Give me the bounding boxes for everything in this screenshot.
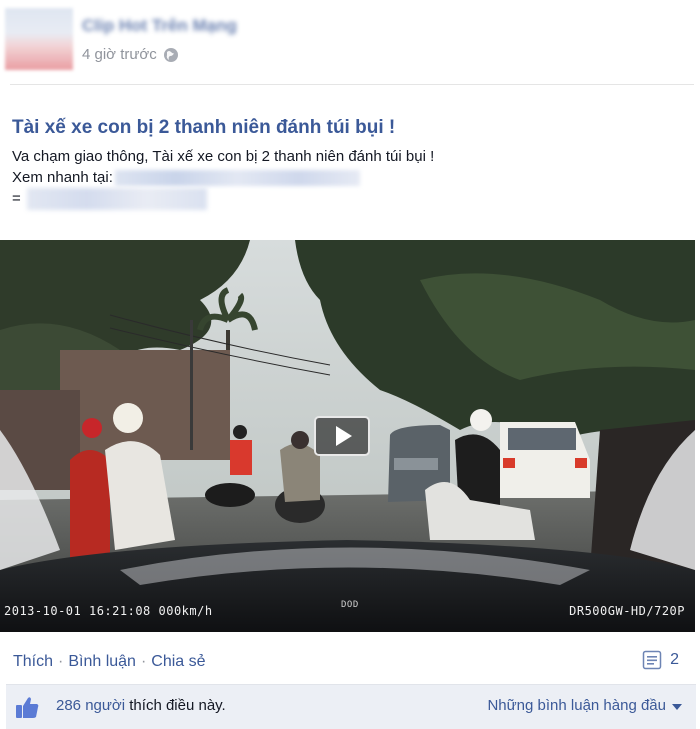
post-line3-prefix: = (12, 190, 21, 207)
post-body-line3: = (12, 188, 434, 211)
dashcam-brand: DOD (341, 600, 359, 610)
post-body-line1: Va chạm giao thông, Tài xế xe con bị 2 t… (12, 148, 435, 165)
dashcam-datetime: 2013-10-01 16:21:08 000km/h (4, 604, 213, 618)
play-button[interactable] (314, 416, 370, 456)
post-body-line2: Xem nhanh tại: (12, 167, 434, 188)
post-title[interactable]: Tài xế xe con bị 2 thanh niên đánh túi b… (12, 117, 395, 139)
dashcam-model: DR500GW-HD/720P (569, 604, 685, 618)
page-avatar[interactable] (5, 8, 73, 70)
like-thumb-icon (16, 697, 39, 718)
post-actions: Thích · Bình luận · Chia sẻ 2 (0, 640, 695, 684)
blurred-link-2[interactable] (26, 188, 207, 211)
post-body: Va chạm giao thông, Tài xế xe con bị 2 t… (12, 146, 435, 211)
comment-count[interactable]: 2 (642, 650, 679, 670)
play-icon (336, 426, 352, 446)
video-player[interactable]: 2013-10-01 16:21:08 000km/h DOD DR500GW-… (0, 240, 695, 632)
top-comments-dropdown[interactable]: Những bình luận hàng đầu (487, 697, 682, 714)
header-divider (10, 84, 694, 85)
likes-count-link[interactable]: 286 người (56, 697, 125, 714)
comment-icon (642, 650, 662, 670)
post-timestamp: 4 giờ trước (82, 46, 179, 63)
comment-link[interactable]: Bình luận (68, 653, 136, 671)
likes-text: 286 người thích điều này. (56, 697, 226, 714)
globe-icon (163, 47, 178, 62)
page-name[interactable]: Clip Hot Trên Mạng (82, 16, 237, 36)
top-comments-label: Những bình luận hàng đầu (487, 697, 666, 714)
timestamp-text[interactable]: 4 giờ trước (82, 46, 157, 63)
like-link[interactable]: Thích (13, 653, 53, 671)
comment-count-value: 2 (670, 651, 679, 668)
action-separator: · (58, 653, 64, 670)
likes-summary: 286 người thích điều này. Những bình luậ… (6, 684, 696, 729)
action-separator: · (140, 653, 147, 670)
share-link[interactable]: Chia sẻ (151, 653, 205, 671)
caret-down-icon (672, 703, 682, 710)
blurred-link[interactable] (114, 170, 360, 187)
post-link-prefix: Xem nhanh tại: (12, 169, 113, 186)
likes-suffix: thích điều này. (125, 697, 226, 714)
